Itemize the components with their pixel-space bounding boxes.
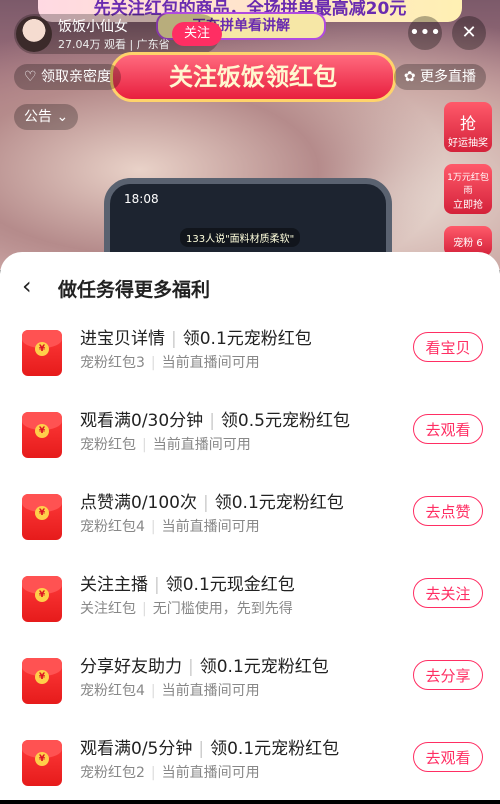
reward-category: 宠粉红包 <box>80 437 136 453</box>
task-title: 分享好友助力 | 领0.1元宠粉红包 <box>80 657 329 677</box>
reward-note: 无门槛使用，先到先得 <box>152 601 293 617</box>
task-subtitle: 宠粉红包2 | 当前直播间可用 <box>80 765 260 781</box>
task-reward: 领0.1元宠粉红包 <box>214 493 344 513</box>
reward-note: 当前直播间可用 <box>152 437 251 453</box>
reward-note: 当前直播间可用 <box>161 683 260 699</box>
pet-fan-text: 宠粉 <box>453 238 474 249</box>
task-subtitle: 宠粉红包3 | 当前直播间可用 <box>80 355 260 371</box>
red-envelope-icon: ¥ <box>22 740 62 786</box>
sheet-header: ‹ 做任务得更多福利 <box>0 252 500 322</box>
pet-fan-label: 宠粉 6 <box>444 226 492 249</box>
task-subtitle: 宠粉红包4 | 当前直播间可用 <box>80 683 260 699</box>
host-name: 饭饭小仙女 <box>58 19 128 35</box>
red-packet-rain-tile[interactable]: 1万元红包雨 立即抢 <box>444 164 492 214</box>
reward-category: 宠粉红包4 <box>80 519 145 535</box>
reward-category: 关注红包 <box>80 601 136 617</box>
task-sheet: ‹ 做任务得更多福利 ¥ 进宝贝详情 | 领0.1元宠粉红包 宠粉红包3 | 当前直播间… <box>0 252 500 800</box>
task-title: 进宝贝详情 | 领0.1元宠粉红包 <box>80 329 312 349</box>
reward-note: 当前直播间可用 <box>161 765 260 781</box>
follow-host-button[interactable]: 去关注 <box>413 578 483 608</box>
follow-button[interactable]: 关注 <box>172 22 222 46</box>
task-name: 点赞满0/100次 <box>80 493 197 513</box>
lucky-draw-tile[interactable]: 抢 好运抽奖 <box>444 102 492 152</box>
follow-red-packet-banner[interactable]: 关注饭饭领红包 <box>110 52 396 102</box>
reward-category: 宠粉红包2 <box>80 765 145 781</box>
task-title: 观看满0/30分钟 | 领0.5元宠粉红包 <box>80 411 350 431</box>
task-title: 关注主播 | 领0.1元现金红包 <box>80 575 295 595</box>
task-reward: 领0.1元宠粉红包 <box>182 329 312 349</box>
notice-label: 公告 <box>24 109 52 125</box>
phone-comment-notice: 133人说"面料材质柔软" <box>180 228 301 247</box>
intimacy-pill[interactable]: ♡ 领取亲密度 <box>14 64 122 90</box>
more-live-pill[interactable]: ✿ 更多直播 <box>393 64 486 90</box>
task-name: 分享好友助力 <box>80 657 182 677</box>
more-live-label: 更多直播 <box>420 69 476 85</box>
task-row: ¥ 分享好友助力 | 领0.1元宠粉红包 宠粉红包4 | 当前直播间可用 去分享 <box>0 652 500 722</box>
intimacy-label: 领取亲密度 <box>41 69 112 85</box>
task-title: 点赞满0/100次 | 领0.1元宠粉红包 <box>80 493 344 513</box>
red-envelope-icon: ¥ <box>22 658 62 704</box>
task-name: 关注主播 <box>80 575 148 595</box>
task-row: ¥ 观看满0/30分钟 | 领0.5元宠粉红包 宠粉红包 | 当前直播间可用 去观看 <box>0 406 500 476</box>
task-reward: 领0.1元现金红包 <box>165 575 295 595</box>
phone-time: 18:08 <box>124 192 159 206</box>
task-row: ¥ 点赞满0/100次 | 领0.1元宠粉红包 宠粉红包4 | 当前直播间可用 去点赞 <box>0 488 500 558</box>
reward-category: 宠粉红包3 <box>80 355 145 371</box>
grab-label: 立即抢 <box>453 200 483 211</box>
task-subtitle: 关注红包 | 无门槛使用，先到先得 <box>80 601 293 617</box>
red-envelope-icon: ¥ <box>22 412 62 458</box>
watch-button[interactable]: 去观看 <box>413 742 483 772</box>
task-row: ¥ 观看满0/5分钟 | 领0.1元宠粉红包 宠粉红包2 | 当前直播间可用 去观看 <box>0 734 500 804</box>
task-reward: 领0.5元宠粉红包 <box>220 411 350 431</box>
lucky-draw-icon: 抢 <box>459 114 476 133</box>
task-reward: 领0.1元宠粉红包 <box>199 657 329 677</box>
back-chevron-icon[interactable]: ‹ <box>22 274 46 298</box>
task-title: 观看满0/5分钟 | 领0.1元宠粉红包 <box>80 739 340 759</box>
watch-button[interactable]: 去观看 <box>413 414 483 444</box>
like-button[interactable]: 去点赞 <box>413 496 483 526</box>
task-subtitle: 宠粉红包4 | 当前直播间可用 <box>80 519 260 535</box>
reward-note: 当前直播间可用 <box>161 519 260 535</box>
red-packet-rain-top: 1万元红包雨 <box>447 173 489 196</box>
task-name: 观看满0/5分钟 <box>80 739 193 759</box>
notice-pill[interactable]: 公告 ⌄ <box>14 104 79 130</box>
view-item-button[interactable]: 看宝贝 <box>413 332 483 362</box>
red-envelope-icon: ¥ <box>22 494 62 540</box>
reward-category: 宠粉红包4 <box>80 683 145 699</box>
task-row: ¥ 进宝贝详情 | 领0.1元宠粉红包 宠粉红包3 | 当前直播间可用 看宝贝 <box>0 324 500 394</box>
reward-note: 当前直播间可用 <box>161 355 260 371</box>
task-name: 进宝贝详情 <box>80 329 165 349</box>
share-button[interactable]: 去分享 <box>413 660 483 690</box>
close-icon[interactable]: ✕ <box>452 16 486 50</box>
live-video-background: 先关注红包的商品，全场拼单最高减20元 正在拼单看讲解 饭饭小仙女 27.04万… <box>0 0 500 270</box>
pet-fan-count: 6 <box>476 238 483 249</box>
viewer-count: 27.04万 观看 | 广东省 <box>58 38 170 51</box>
lucky-draw-label: 好运抽奖 <box>448 138 488 149</box>
red-envelope-icon: ¥ <box>22 576 62 622</box>
red-envelope-icon: ¥ <box>22 330 62 376</box>
task-reward: 领0.1元宠粉红包 <box>210 739 340 759</box>
more-dots-icon[interactable]: ••• <box>408 16 442 50</box>
sheet-title: 做任务得更多福利 <box>58 279 211 301</box>
task-subtitle: 宠粉红包 | 当前直播间可用 <box>80 437 251 453</box>
task-name: 观看满0/30分钟 <box>80 411 204 431</box>
avatar[interactable] <box>16 16 52 52</box>
task-row: ¥ 关注主播 | 领0.1元现金红包 关注红包 | 无门槛使用，先到先得 去关注 <box>0 570 500 640</box>
